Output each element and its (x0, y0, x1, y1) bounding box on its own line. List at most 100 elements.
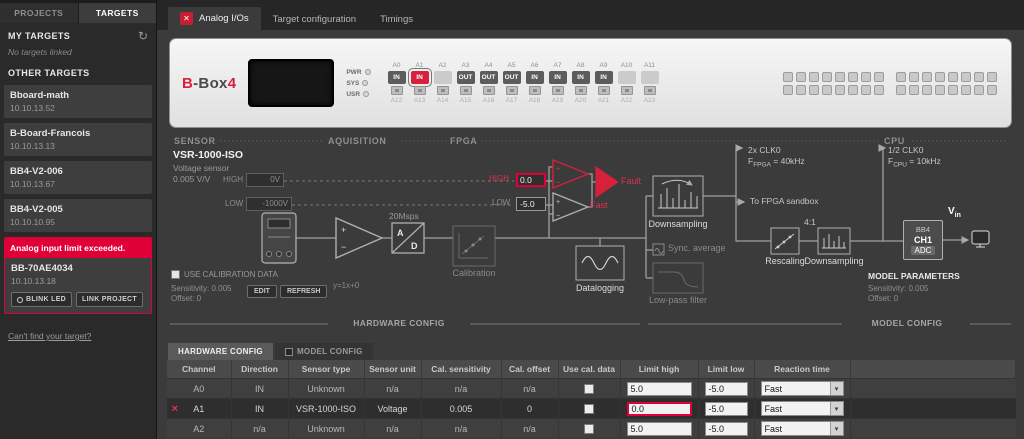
limit-low-input[interactable]: -5.0 (705, 422, 748, 436)
use-cal-data-checkbox[interactable] (584, 424, 594, 434)
channel-column[interactable]: A4 OUT A16 (479, 62, 499, 104)
table-row-a1[interactable]: ✕A1 IN VSR-1000-ISO Voltage 0.005 0 0.0 … (167, 399, 1016, 419)
channel-column[interactable]: A5 OUT A17 (502, 62, 522, 104)
cell-cal-offset: n/a (501, 379, 558, 399)
channel-column[interactable]: A1 IN A13 (410, 62, 430, 104)
refresh-icon[interactable]: ↻ (138, 31, 148, 41)
find-target-link[interactable]: Can't find your target? (8, 331, 148, 341)
sensor-low-value: -1000V (246, 197, 292, 211)
channel-column[interactable]: A8 IN A20 (571, 62, 591, 104)
tab-projects[interactable]: PROJECTS (0, 3, 78, 23)
target-card[interactable]: BB4-V2-005 10.10.10.95 (4, 199, 152, 232)
reaction-time-select[interactable]: Fast▾ (761, 381, 844, 396)
channel-label-bottom: A16 (483, 97, 495, 104)
channel-column[interactable]: A7 IN A19 (548, 62, 568, 104)
device-brand-logo: B-Box4 (182, 75, 236, 92)
reaction-time-select[interactable]: Fast▾ (761, 401, 844, 416)
channel-column[interactable]: A6 IN A18 (525, 62, 545, 104)
reaction-time-select[interactable]: Fast▾ (761, 421, 844, 436)
model-parameters-title: MODEL PARAMETERS (868, 271, 960, 281)
tab-targets[interactable]: TARGETS (79, 3, 157, 23)
cmp-plus: + (556, 166, 560, 173)
channel-direction-box[interactable] (434, 71, 452, 84)
channel-direction-box[interactable]: IN (526, 71, 544, 84)
cell-sensor-unit: n/a (364, 379, 421, 399)
header-limit-high: Limit high (620, 360, 698, 379)
device-front-panel: B-Box4 PWR SYS USR A0 IN A12 (169, 38, 1012, 128)
target-card[interactable]: BB4-V2-006 10.10.13.67 (4, 161, 152, 194)
model-sensitivity: Sensitivity: 0.005 (868, 284, 928, 293)
channel-label: A6 (531, 62, 539, 69)
amplifier-icon: + − (336, 218, 382, 258)
channel-column[interactable]: A0 IN A12 (387, 62, 407, 104)
connector-icon (506, 86, 518, 95)
target-card[interactable]: B-Board-Francois 10.10.13.13 (4, 123, 152, 156)
channel-column[interactable]: A3 OUT A15 (456, 62, 476, 104)
analog-channel-strip: A0 IN A12 A1 IN A13 A2 (387, 62, 660, 104)
led-label-pwr: PWR (346, 69, 361, 76)
channel-direction-box[interactable] (618, 71, 636, 84)
channel-direction-box[interactable]: IN (388, 71, 406, 84)
channel-direction-box[interactable]: IN (572, 71, 590, 84)
limit-low-input[interactable]: -5.0 (705, 382, 748, 396)
target-card-alert[interactable]: Analog input limit exceeded. BB-70AE4034… (4, 237, 152, 314)
limit-high-input[interactable]: 5.0 (627, 382, 692, 396)
connector-icon (437, 86, 449, 95)
section-sensor: SENSOR (174, 136, 216, 146)
channel-direction-box[interactable]: OUT (457, 71, 475, 84)
section-fpga: FPGA (450, 136, 477, 146)
edit-button[interactable]: EDIT (247, 285, 277, 298)
use-cal-data-checkbox[interactable] (584, 404, 594, 414)
high-comparator-icon: + − (553, 160, 588, 188)
channel-direction-box[interactable]: IN (549, 71, 567, 84)
channel-label-bottom: A23 (644, 97, 656, 104)
channel-label: A1 (416, 62, 424, 69)
limit-high-value[interactable]: 0.0 (516, 173, 546, 187)
adc-a: A (397, 228, 404, 238)
hardware-config-tab[interactable]: HARDWARE CONFIG (168, 343, 273, 360)
connector-icon (529, 86, 541, 95)
refresh-button[interactable]: REFRESH (280, 285, 327, 298)
use-calibration-checkbox[interactable] (171, 270, 180, 279)
config-tabs: HARDWARE CONFIG MODEL CONFIG (168, 343, 1024, 360)
hardware-config-separator: HARDWARE CONFIG (332, 318, 466, 328)
table-row-a0[interactable]: A0 IN Unknown n/a n/a n/a 5.0 -5.0 Fast▾ (167, 379, 1016, 399)
channel-direction-box[interactable]: IN (411, 71, 429, 84)
channel-direction-box[interactable]: IN (595, 71, 613, 84)
channel-column[interactable]: A2 A14 (433, 62, 453, 104)
header-use-cal-data: Use cal. data (558, 360, 620, 379)
blink-led-button[interactable]: BLINK LED (11, 292, 72, 307)
model-config-tab[interactable]: MODEL CONFIG (275, 343, 373, 360)
channel-column[interactable]: A9 IN A21 (594, 62, 614, 104)
tab-timings[interactable]: Timings (368, 9, 425, 30)
tab-analog-ios[interactable]: ✕ Analog I/Os (168, 7, 261, 30)
limit-low-value[interactable]: -5.0 (516, 197, 546, 211)
limit-high-input[interactable]: 5.0 (627, 422, 692, 436)
alert-banner: Analog input limit exceeded. (5, 238, 151, 258)
channel-column[interactable]: A10 A22 (617, 62, 637, 104)
link-project-button[interactable]: LINK PROJECT (76, 292, 143, 307)
sidebar-tabs: PROJECTS TARGETS (0, 0, 156, 23)
channel-label: A9 (600, 62, 608, 69)
channel-direction-box[interactable]: OUT (503, 71, 521, 84)
vin-probe-icon (972, 231, 989, 247)
no-targets-text: No targets linked (0, 44, 156, 66)
use-cal-data-checkbox[interactable] (584, 384, 594, 394)
digital-io-area (783, 72, 999, 95)
limit-low-input[interactable]: -5.0 (705, 402, 748, 416)
led-icon (17, 297, 23, 303)
channel-direction-box[interactable]: OUT (480, 71, 498, 84)
channel-label: A2 (439, 62, 447, 69)
channel-direction-box[interactable] (641, 71, 659, 84)
led-label-sys: SYS (346, 80, 359, 87)
target-ip: 10.10.13.18 (11, 276, 145, 286)
digital-io-grid (783, 72, 884, 95)
cpu-clock: 1/2 CLK0 (888, 145, 923, 155)
channel-column[interactable]: A11 A23 (640, 62, 660, 104)
adc-icon: A D (392, 223, 424, 253)
target-card[interactable]: Bboard-math 10.10.13.52 (4, 85, 152, 118)
limit-high-input-error[interactable]: 0.0 (627, 402, 692, 416)
tab-target-configuration[interactable]: Target configuration (261, 9, 368, 30)
close-tab-icon[interactable]: ✕ (180, 12, 193, 25)
table-row-a2[interactable]: A2 n/a Unknown n/a n/a n/a 5.0 -5.0 Fast… (167, 419, 1016, 439)
